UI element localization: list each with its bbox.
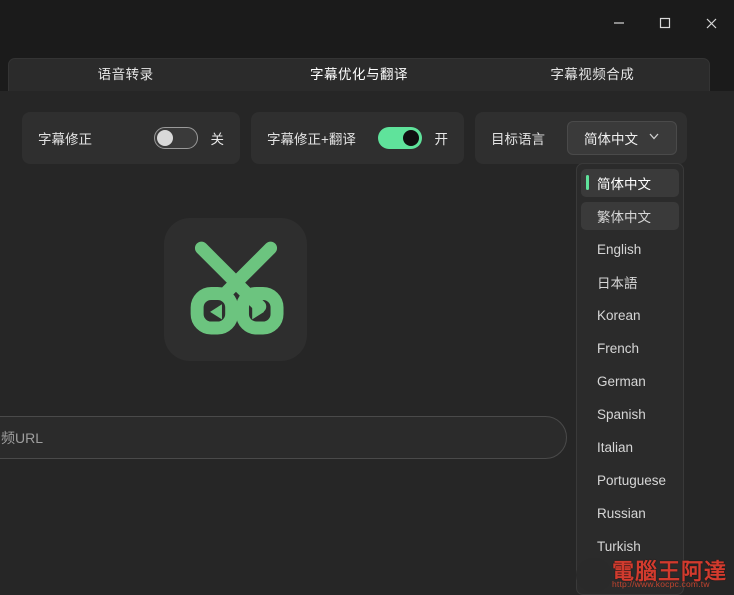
toggle-knob xyxy=(156,130,173,146)
app-window: 语音转录 字幕优化与翻译 字幕视频合成 字幕修正 关 字幕修正+翻译 开 目标语… xyxy=(0,0,734,595)
dropdown-item-portuguese[interactable]: Portuguese xyxy=(581,466,679,494)
dropdown-item-italian[interactable]: Italian xyxy=(581,433,679,461)
subtitle-fix-translate-state: 开 xyxy=(434,132,449,147)
app-logo-container xyxy=(164,218,307,361)
dropdown-item-label: 繁体中文 xyxy=(597,210,651,225)
subtitle-fix-card: 字幕修正 关 xyxy=(22,112,240,164)
subtitle-fix-switch-group: 关 xyxy=(153,127,225,149)
toggle-knob xyxy=(402,130,419,146)
dropdown-item-japanese[interactable]: 日本語 xyxy=(581,268,679,296)
dropdown-item-spanish[interactable]: Spanish xyxy=(581,400,679,428)
dropdown-item-label: Portuguese xyxy=(597,472,667,488)
dropdown-item-german[interactable]: German xyxy=(581,367,679,395)
dropdown-item-french[interactable]: French xyxy=(581,334,679,362)
minimize-icon xyxy=(612,16,626,30)
chevron-down-icon xyxy=(648,129,660,147)
dropdown-item-traditional-chinese[interactable]: 繁体中文 xyxy=(581,202,679,230)
target-language-value: 简体中文 xyxy=(584,132,638,147)
maximize-icon xyxy=(658,16,672,30)
dropdown-item-label: 简体中文 xyxy=(597,177,651,192)
dropdown-item-english[interactable]: English xyxy=(581,235,679,263)
title-bar xyxy=(0,0,734,46)
tab-strip: 语音转录 字幕优化与翻译 字幕视频合成 xyxy=(8,58,710,92)
close-button[interactable] xyxy=(688,0,734,46)
dropdown-item-label: German xyxy=(597,373,646,389)
minimize-button[interactable] xyxy=(596,0,642,46)
maximize-button[interactable] xyxy=(642,0,688,46)
selected-indicator xyxy=(586,175,589,190)
main-content: 字幕修正 关 字幕修正+翻译 开 目标语言 简体中文 简体中文 繁体中文 Eng… xyxy=(0,91,734,595)
dropdown-item-label: Italian xyxy=(597,439,634,455)
subtitle-fix-label: 字幕修正 xyxy=(38,132,92,147)
dropdown-item-label: Russian xyxy=(597,505,646,521)
target-language-select[interactable]: 简体中文 xyxy=(567,121,677,155)
tab-speech-transcription[interactable]: 语音转录 xyxy=(9,59,242,92)
subtitle-fix-translate-card: 字幕修正+翻译 开 xyxy=(251,112,464,164)
subtitle-fix-translate-switch-group: 开 xyxy=(377,127,449,149)
dropdown-item-turkish[interactable]: Turkish xyxy=(581,532,679,560)
dropdown-item-label: Korean xyxy=(597,307,641,323)
dropdown-item-label: Spanish xyxy=(597,406,646,422)
dropdown-item-russian[interactable]: Russian xyxy=(581,499,679,527)
subtitle-fix-state: 关 xyxy=(210,132,225,147)
tab-subtitle-optimize-translate[interactable]: 字幕优化与翻译 xyxy=(242,59,475,92)
dropdown-item-label: English xyxy=(597,241,642,257)
options-row: 字幕修正 关 字幕修正+翻译 开 目标语言 简体中文 xyxy=(0,110,734,166)
tab-strip-container: 语音转录 字幕优化与翻译 字幕视频合成 xyxy=(0,46,734,92)
video-url-placeholder: 频URL xyxy=(1,429,44,446)
target-language-label: 目标语言 xyxy=(491,132,545,147)
close-icon xyxy=(704,16,719,31)
subtitle-fix-translate-label: 字幕修正+翻译 xyxy=(267,132,356,147)
subtitle-fix-toggle[interactable] xyxy=(153,127,198,149)
dropdown-item-label: French xyxy=(597,340,640,356)
target-language-card: 目标语言 简体中文 xyxy=(475,112,687,164)
subtitle-fix-translate-toggle[interactable] xyxy=(377,127,422,149)
dropdown-item-label: Turkish xyxy=(597,538,641,554)
dropdown-item-label: 日本語 xyxy=(597,276,638,291)
tab-subtitle-video-compose[interactable]: 字幕视频合成 xyxy=(476,59,709,92)
dropdown-item-korean[interactable]: Korean xyxy=(581,301,679,329)
video-url-input[interactable]: 频URL xyxy=(0,416,567,459)
language-dropdown-panel[interactable]: 简体中文 繁体中文 English 日本語 Korean French Germ… xyxy=(576,163,684,595)
scissors-icon xyxy=(182,233,290,346)
dropdown-item-simplified-chinese[interactable]: 简体中文 xyxy=(581,169,679,197)
